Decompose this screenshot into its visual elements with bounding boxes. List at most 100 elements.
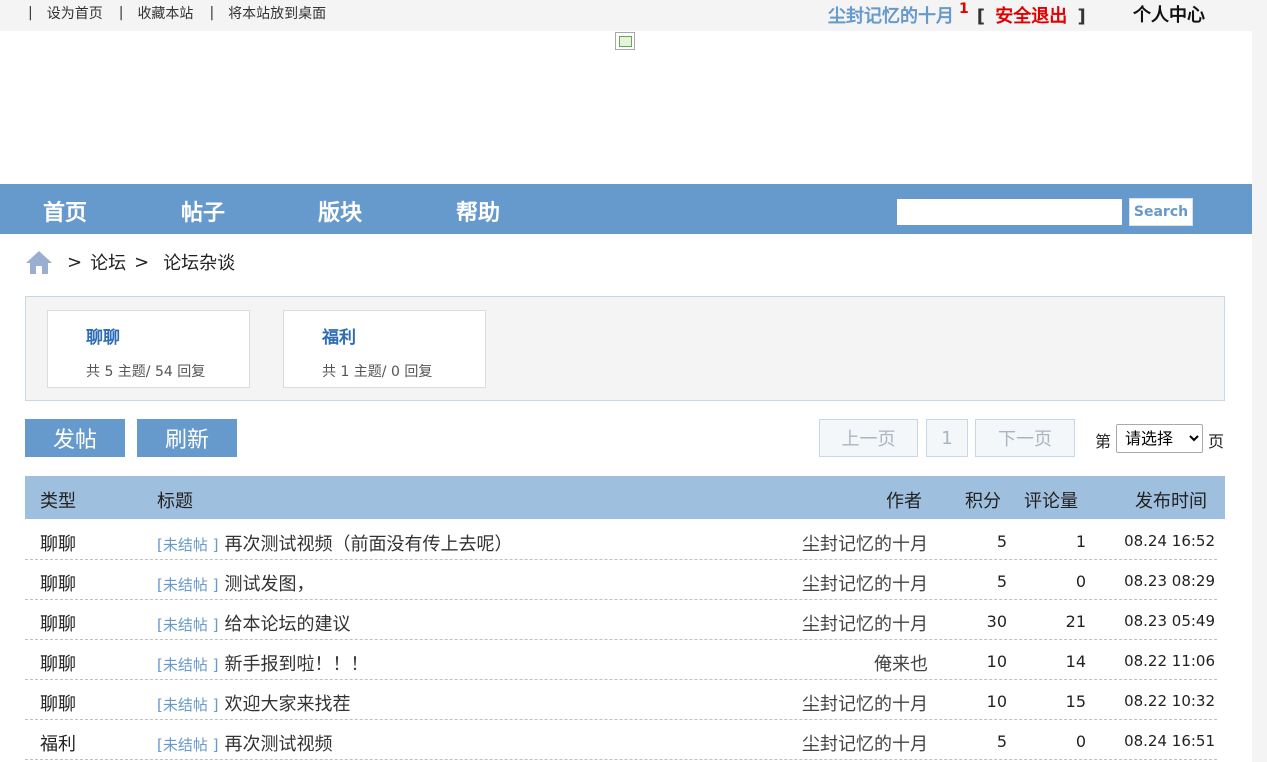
user-box: 尘封记忆的十月 1 [ 安全退出 ] [828, 1, 1086, 31]
row-title-link[interactable]: 欢迎大家来找茬 [224, 690, 350, 716]
table-row[interactable]: 聊聊 [未结帖 ] 再次测试视频（前面没有传上去呢） 尘封记忆的十月 5 1 0… [25, 520, 1217, 560]
row-author[interactable]: 尘封记忆的十月 [802, 730, 928, 756]
nav-boards[interactable]: 版块 [318, 195, 362, 227]
table-row[interactable]: 聊聊 [未结帖 ] 测试发图， 尘封记忆的十月 5 0 08.23 08:29 [25, 560, 1217, 600]
table-row[interactable]: 聊聊 [未结帖 ] 欢迎大家来找茬 尘封记忆的十月 10 15 08.22 10… [25, 680, 1217, 720]
table-row[interactable]: 聊聊 [未结帖 ] 给本论坛的建议 尘封记忆的十月 30 21 08.23 05… [25, 600, 1217, 640]
row-title-link[interactable]: 再次测试视频 [224, 730, 332, 756]
breadcrumb-separator: > [134, 251, 150, 273]
row-title-link[interactable]: 再次测试视频（前面没有传上去呢） [224, 530, 512, 556]
board-list: 聊聊 共 5 主题/ 54 回复 福利 共 1 主题/ 0 回复 [25, 296, 1225, 401]
header-author: 作者 [886, 491, 922, 512]
bookmark-site-link[interactable]: 收藏本站 [137, 3, 193, 23]
page-right-gutter [1252, 31, 1267, 762]
page-prefix-label: 第 [1095, 432, 1112, 451]
breadcrumb-forum[interactable]: 论坛 [90, 249, 126, 275]
top-links: | 设为首页 | 收藏本站 | 将本站放到桌面 [28, 3, 342, 23]
user-center-link[interactable]: 个人中心 [1133, 1, 1205, 27]
row-title-link[interactable]: 测试发图， [224, 570, 314, 596]
unresolved-tag[interactable]: [未结帖 ] [157, 654, 218, 675]
header-time: 发布时间 [1135, 491, 1207, 512]
unresolved-tag[interactable]: [未结帖 ] [157, 734, 218, 755]
unresolved-tag[interactable]: [未结帖 ] [157, 534, 218, 555]
row-type: 聊聊 [40, 614, 76, 635]
row-type: 福利 [40, 734, 76, 755]
page-select[interactable]: 请选择 [1116, 424, 1203, 453]
next-page-button[interactable]: 下一页 [975, 419, 1075, 457]
unresolved-tag[interactable]: [未结帖 ] [157, 694, 218, 715]
row-title-cell: [未结帖 ] 再次测试视频（前面没有传上去呢） [157, 530, 512, 556]
board-name[interactable]: 聊聊 [86, 323, 120, 348]
board-card-chat[interactable]: 聊聊 共 5 主题/ 54 回复 [47, 310, 250, 388]
row-title-link[interactable]: 给本论坛的建议 [224, 610, 350, 636]
header-comments: 评论量 [1024, 491, 1078, 512]
row-author[interactable]: 尘封记忆的十月 [802, 610, 928, 636]
search-input[interactable] [897, 199, 1122, 225]
nav-home[interactable]: 首页 [43, 195, 87, 227]
row-comments: 15 [1065, 692, 1086, 711]
breadcrumb: > 论坛 > 论坛杂谈 [25, 249, 235, 275]
row-time: 08.22 10:32 [1124, 692, 1215, 710]
search-button[interactable]: Search [1129, 198, 1193, 226]
banner [0, 31, 1252, 183]
unresolved-tag[interactable]: [未结帖 ] [157, 614, 218, 635]
row-type: 聊聊 [40, 534, 76, 555]
row-score: 10 [986, 692, 1007, 711]
main-nav: 首页 帖子 版块 帮助 Search [0, 184, 1252, 234]
row-author[interactable]: 尘封记忆的十月 [802, 570, 928, 596]
row-score: 30 [986, 612, 1007, 631]
top-bar: | 设为首页 | 收藏本站 | 将本站放到桌面 尘封记忆的十月 1 [ 安全退出… [0, 0, 1267, 31]
row-score: 10 [986, 652, 1007, 671]
row-type: 聊聊 [40, 574, 76, 595]
nav-help[interactable]: 帮助 [456, 195, 500, 227]
separator: | [209, 5, 215, 21]
desktop-shortcut-link[interactable]: 将本站放到桌面 [228, 3, 326, 23]
table-row[interactable]: 聊聊 [未结帖 ] 新手报到啦！！！ 俺来也 10 14 08.22 11:06 [25, 640, 1217, 680]
set-homepage-link[interactable]: 设为首页 [47, 3, 103, 23]
board-stats: 共 5 主题/ 54 回复 [86, 364, 206, 380]
table-row[interactable]: 福利 [未结帖 ] 再次测试视频 尘封记忆的十月 5 0 08.24 16:51 [25, 720, 1217, 760]
row-title-cell: [未结帖 ] 再次测试视频 [157, 730, 332, 756]
new-post-button[interactable]: 发帖 [25, 419, 125, 457]
row-time: 08.23 05:49 [1124, 612, 1215, 630]
broken-image-icon [615, 32, 635, 50]
logout-link[interactable]: 安全退出 [995, 6, 1067, 27]
message-count-badge[interactable]: 1 [959, 1, 969, 17]
row-title-cell: [未结帖 ] 测试发图， [157, 570, 314, 596]
current-page-button[interactable]: 1 [926, 419, 968, 457]
board-stats: 共 1 主题/ 0 回复 [322, 364, 433, 380]
row-author[interactable]: 俺来也 [874, 650, 928, 676]
bracket-close: ] [1077, 6, 1086, 27]
row-title-cell: [未结帖 ] 新手报到啦！！！ [157, 650, 368, 676]
row-comments: 14 [1065, 652, 1086, 671]
bracket-open: [ [976, 6, 985, 27]
row-time: 08.22 11:06 [1124, 652, 1215, 670]
row-score: 5 [996, 572, 1007, 591]
row-type: 聊聊 [40, 694, 76, 715]
row-time: 08.24 16:51 [1124, 732, 1215, 750]
row-author[interactable]: 尘封记忆的十月 [802, 530, 928, 556]
header-type: 类型 [40, 491, 76, 512]
page-suffix-label: 页 [1208, 432, 1225, 451]
unresolved-tag[interactable]: [未结帖 ] [157, 574, 218, 595]
nav-posts[interactable]: 帖子 [181, 195, 225, 227]
board-card-welfare[interactable]: 福利 共 1 主题/ 0 回复 [283, 310, 486, 388]
row-time: 08.24 16:52 [1124, 532, 1215, 550]
row-author[interactable]: 尘封记忆的十月 [802, 690, 928, 716]
prev-page-button[interactable]: 上一页 [819, 419, 918, 457]
refresh-button[interactable]: 刷新 [137, 419, 237, 457]
row-title-cell: [未结帖 ] 给本论坛的建议 [157, 610, 350, 636]
row-type: 聊聊 [40, 654, 76, 675]
separator: | [28, 5, 33, 21]
board-name[interactable]: 福利 [322, 323, 356, 348]
row-comments: 21 [1065, 612, 1086, 631]
logout-wrapper: [ 安全退出 ] [977, 3, 1086, 31]
row-score: 5 [996, 732, 1007, 751]
row-title-cell: [未结帖 ] 欢迎大家来找茬 [157, 690, 350, 716]
header-title: 标题 [157, 491, 193, 512]
row-title-link[interactable]: 新手报到啦！！！ [224, 650, 368, 676]
separator: | [118, 5, 124, 21]
username-link[interactable]: 尘封记忆的十月 [828, 3, 954, 31]
home-icon[interactable] [25, 249, 53, 275]
breadcrumb-separator: > [67, 251, 83, 273]
